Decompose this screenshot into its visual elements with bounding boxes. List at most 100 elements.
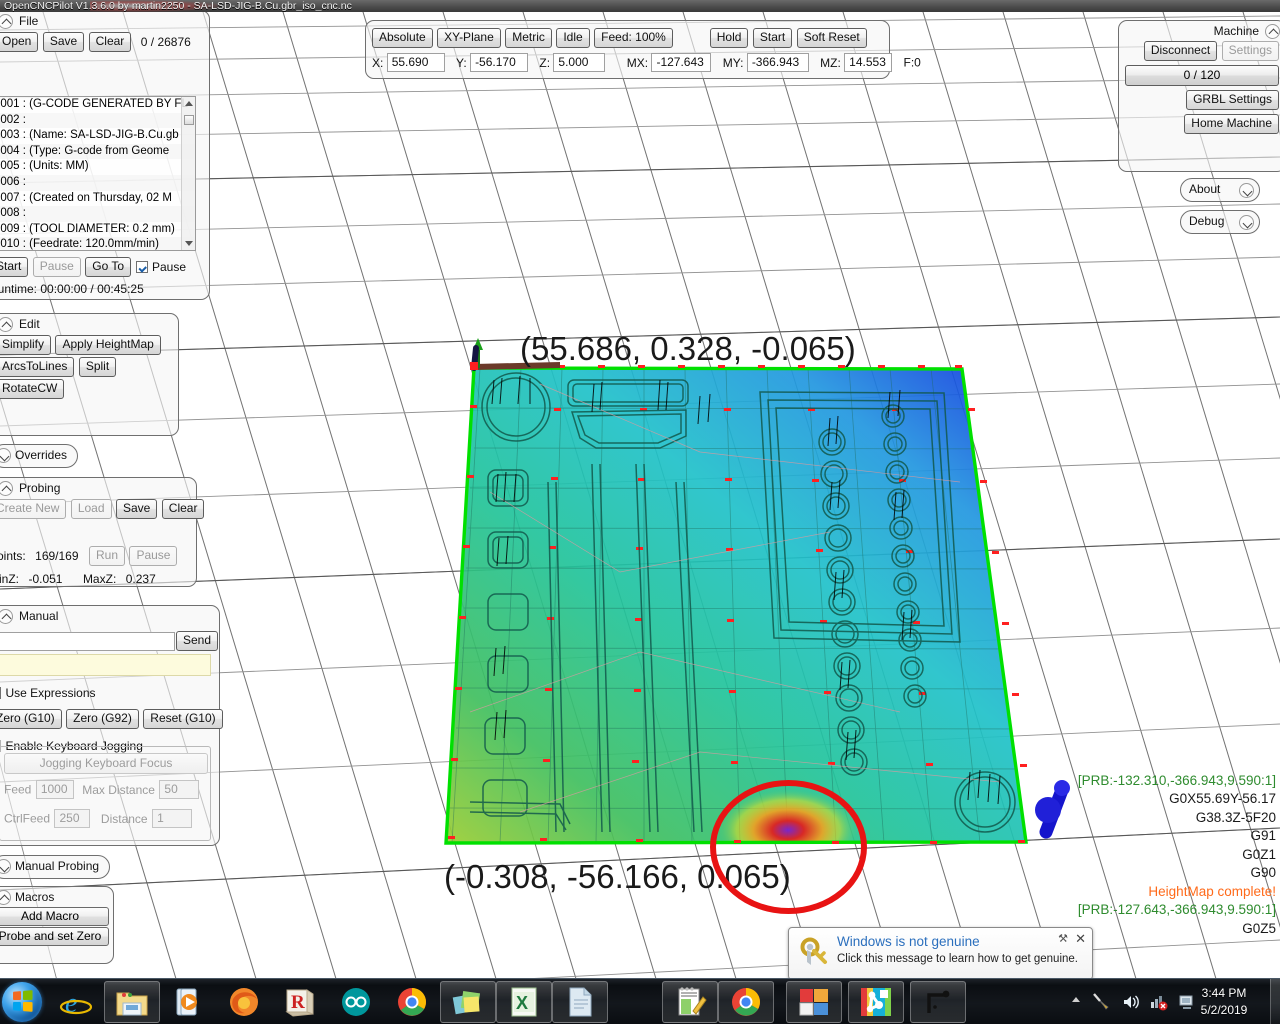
taskbar-item-color-tiles-app[interactable] bbox=[786, 981, 842, 1023]
save-heightmap-button[interactable]: Save bbox=[115, 499, 158, 519]
plane-button[interactable]: XY-Plane bbox=[437, 28, 501, 48]
units-button[interactable]: Metric bbox=[505, 28, 552, 48]
window-titlebar[interactable]: OpenCNCPilot V1.3.6.0 by martin2250 - SA… bbox=[0, 0, 1280, 12]
about-expander[interactable]: About bbox=[1180, 178, 1260, 202]
my-axis-value[interactable]: -366.943 bbox=[746, 53, 809, 72]
manual-probing-panel[interactable]: Manual Probing bbox=[0, 855, 110, 879]
list-item[interactable]: 0003 : (Name: SA-LSD-JIG-B.Cu.gb bbox=[0, 128, 195, 144]
wrench-tray-icon[interactable] bbox=[1092, 993, 1110, 1011]
list-item[interactable]: 0010 : (Feedrate: 120.0mm/min) bbox=[0, 237, 195, 250]
taskbar-item-r-console[interactable]: R bbox=[272, 981, 328, 1023]
x-axis-value[interactable]: 55.690 bbox=[386, 53, 445, 72]
taskbar-item-chrome-window[interactable] bbox=[718, 981, 774, 1023]
taskbar-clock[interactable]: 3:44 PM 5/2/2019 bbox=[1182, 985, 1266, 1019]
z-axis-value[interactable]: 5.000 bbox=[553, 53, 606, 72]
mx-axis-value[interactable]: -127.643 bbox=[651, 53, 712, 72]
y-axis-value[interactable]: -56.170 bbox=[470, 53, 529, 72]
list-item[interactable]: 0006 : bbox=[0, 174, 195, 191]
taskbar-item-editor-app[interactable] bbox=[662, 981, 718, 1023]
mz-axis-value[interactable]: 14.553 bbox=[844, 53, 893, 72]
start-cycle-button[interactable]: Start bbox=[752, 28, 793, 48]
overrides-panel-header[interactable]: Overrides bbox=[0, 445, 77, 464]
ctrlfeed-input[interactable]: 250 bbox=[54, 809, 91, 828]
arcs-to-lines-button[interactable]: ArcsToLines bbox=[0, 357, 75, 377]
probe-and-set-zero-button[interactable]: Probe and set Zero bbox=[0, 927, 109, 946]
clear-heightmap-button[interactable]: Clear bbox=[161, 499, 205, 519]
windows-genuine-notification[interactable]: Windows is not genuine Click this messag… bbox=[788, 927, 1093, 989]
chevron-up-icon[interactable] bbox=[0, 890, 11, 905]
gcode-scrollbar[interactable] bbox=[181, 97, 195, 250]
disconnect-button[interactable]: Disconnect bbox=[1143, 41, 1218, 61]
network-error-icon[interactable] bbox=[1150, 993, 1168, 1011]
volume-icon[interactable] bbox=[1122, 993, 1140, 1011]
overrides-panel[interactable]: Overrides bbox=[0, 444, 78, 468]
taskbar-item-media-player[interactable] bbox=[160, 981, 216, 1023]
save-button[interactable]: Save bbox=[42, 32, 85, 52]
list-item[interactable]: 0009 : (TOOL DIAMETER: 0.2 mm) bbox=[0, 222, 195, 238]
chevron-up-icon[interactable] bbox=[0, 317, 13, 332]
manual-panel-header[interactable]: Manual bbox=[0, 606, 219, 625]
chevron-down-icon[interactable] bbox=[0, 448, 11, 463]
chevron-down-icon[interactable] bbox=[1239, 215, 1254, 230]
taskbar-item-paint-app[interactable] bbox=[848, 981, 904, 1023]
scroll-down-icon[interactable] bbox=[185, 241, 193, 246]
chevron-up-icon[interactable] bbox=[1265, 24, 1280, 39]
send-button[interactable]: Send bbox=[176, 631, 219, 651]
taskbar-item-excel[interactable]: X bbox=[496, 981, 552, 1023]
gcode-listbox[interactable]: 0001 : (G-CODE GENERATED BY FL 0002 : 00… bbox=[0, 96, 196, 251]
pause-checkbox[interactable] bbox=[135, 261, 148, 274]
list-item[interactable]: 0005 : (Units: MM) bbox=[0, 159, 195, 175]
show-hidden-icons-button[interactable] bbox=[1072, 997, 1080, 1002]
options-icon[interactable]: ⚒ bbox=[1058, 932, 1068, 945]
list-item[interactable]: 0008 : bbox=[0, 206, 195, 222]
machine-panel-header[interactable]: Machine bbox=[1119, 21, 1280, 40]
chevron-up-icon[interactable] bbox=[0, 481, 13, 496]
manual-command-input[interactable] bbox=[0, 632, 175, 651]
list-item[interactable]: 0001 : (G-CODE GENERATED BY FL bbox=[0, 97, 195, 113]
manual-probing-panel-header[interactable]: Manual Probing bbox=[0, 856, 109, 875]
list-item[interactable]: 0007 : (Created on Thursday, 02 M bbox=[0, 191, 195, 207]
reset-g10-button[interactable]: Reset (G10) bbox=[143, 709, 223, 729]
split-button[interactable]: Split bbox=[78, 357, 117, 377]
list-item[interactable]: 0004 : (Type: G-code from Geome bbox=[0, 143, 195, 160]
zero-g10-button[interactable]: Zero (G10) bbox=[0, 709, 62, 729]
taskbar-item-google-chrome[interactable] bbox=[384, 981, 440, 1023]
taskbar-item-sticky-notes[interactable] bbox=[440, 981, 496, 1023]
feed-input[interactable]: 1000 bbox=[35, 780, 74, 799]
add-macro-button[interactable]: Add Macro bbox=[0, 907, 109, 926]
apply-heightmap-button[interactable]: Apply HeightMap bbox=[55, 335, 161, 355]
hold-button[interactable]: Hold bbox=[709, 28, 749, 48]
file-panel-header[interactable]: File bbox=[0, 11, 209, 30]
taskbar-item-firefox[interactable] bbox=[216, 981, 272, 1023]
soft-reset-button[interactable]: Soft Reset bbox=[796, 28, 867, 48]
open-button[interactable]: Open bbox=[0, 32, 39, 52]
taskbar-item-cnc-app[interactable] bbox=[910, 981, 966, 1023]
machine-state-button[interactable]: Idle bbox=[556, 28, 590, 48]
use-expressions-checkbox[interactable] bbox=[0, 687, 1, 699]
rotate-cw-button[interactable]: RotateCW bbox=[0, 379, 65, 399]
feed-override-button[interactable]: Feed: 100% bbox=[594, 28, 673, 48]
zero-g92-button[interactable]: Zero (G92) bbox=[66, 709, 139, 729]
start-button[interactable]: Start bbox=[0, 257, 29, 277]
edit-panel-header[interactable]: Edit bbox=[0, 314, 178, 333]
goto-button[interactable]: Go To bbox=[85, 257, 132, 277]
start-button[interactable] bbox=[2, 982, 42, 1022]
chevron-down-icon[interactable] bbox=[1239, 183, 1254, 198]
list-item[interactable]: 0002 : bbox=[0, 112, 195, 129]
taskbar-item-notepad-doc[interactable] bbox=[552, 981, 608, 1023]
scrollbar-thumb[interactable] bbox=[184, 115, 194, 125]
taskbar-item-arduino-ide[interactable] bbox=[328, 981, 384, 1023]
probing-panel-header[interactable]: Probing bbox=[0, 478, 196, 497]
coordinate-mode-button[interactable]: Absolute bbox=[372, 28, 433, 48]
macros-panel-header[interactable]: Macros bbox=[0, 887, 113, 906]
simplify-button[interactable]: Simplify bbox=[0, 335, 52, 355]
taskbar-item-internet-explorer[interactable]: e bbox=[48, 981, 104, 1023]
chevron-up-icon[interactable] bbox=[0, 609, 13, 624]
distance-input[interactable]: 1 bbox=[152, 809, 193, 828]
chevron-up-icon[interactable] bbox=[0, 14, 13, 29]
max-distance-input[interactable]: 50 bbox=[159, 780, 200, 799]
chevron-down-icon[interactable] bbox=[0, 859, 11, 874]
close-icon[interactable]: ✕ bbox=[1075, 931, 1086, 947]
grbl-settings-button[interactable]: GRBL Settings bbox=[1186, 90, 1279, 110]
home-machine-button[interactable]: Home Machine bbox=[1184, 114, 1279, 134]
